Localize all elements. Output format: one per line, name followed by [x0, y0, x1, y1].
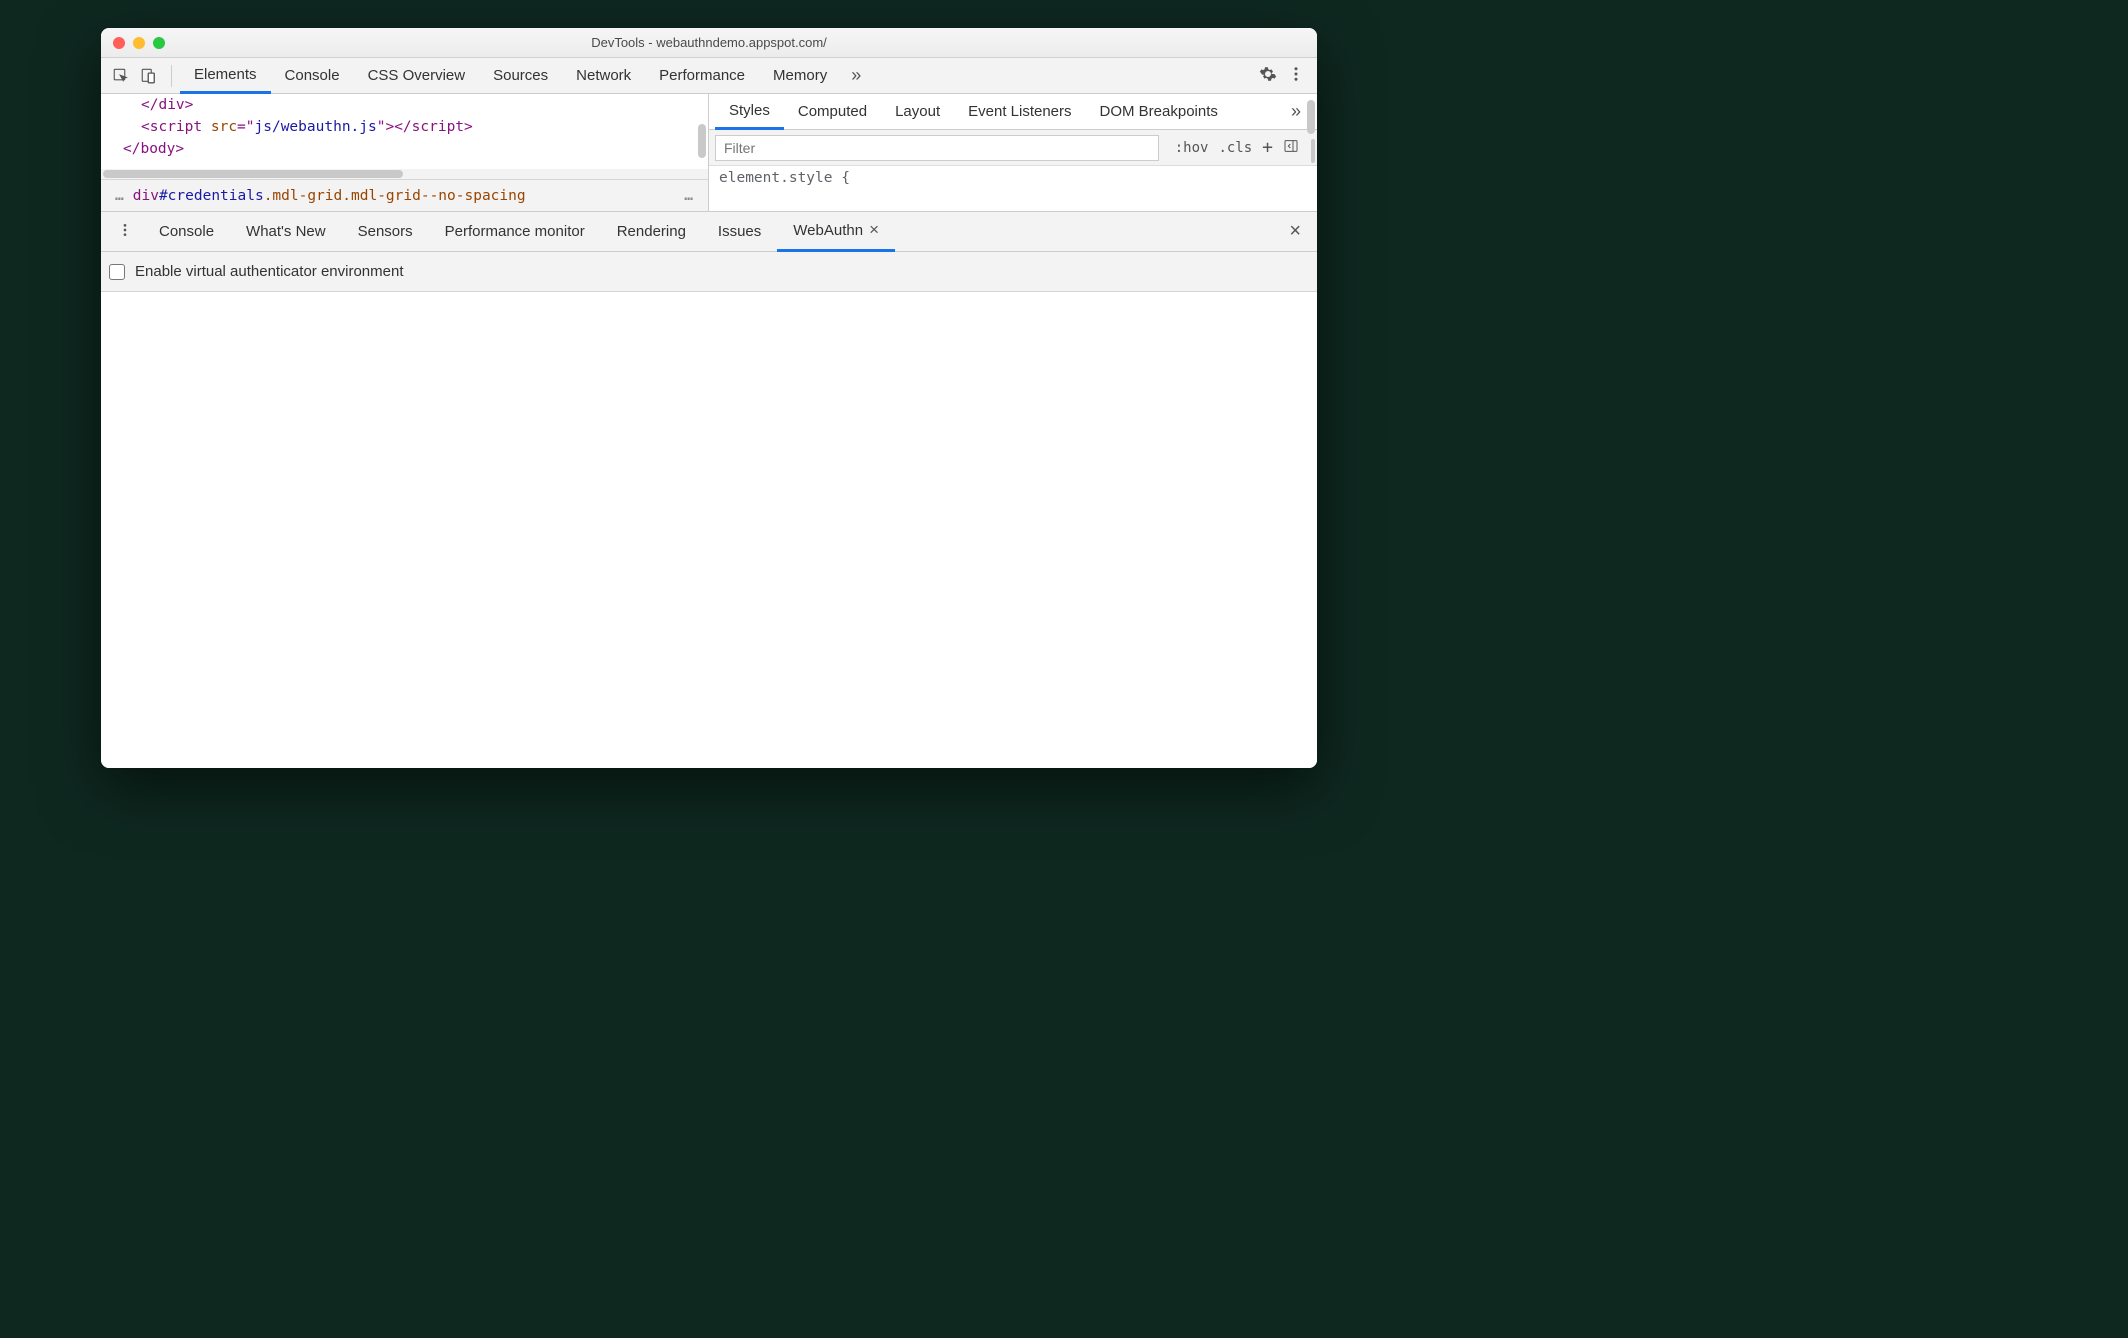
tab-css-overview[interactable]: CSS Overview	[354, 58, 480, 94]
webauthn-panel-body	[101, 292, 1317, 768]
titlebar: DevTools - webauthndemo.appspot.com/	[101, 28, 1317, 58]
breadcrumb-id: #credentials	[159, 188, 264, 204]
divider	[171, 65, 172, 87]
styles-sub-tabs: Styles Computed Layout Event Listeners D…	[709, 94, 1317, 130]
horizontal-scrollbar[interactable]	[101, 169, 708, 179]
toggle-computed-pane-icon[interactable]	[1283, 138, 1299, 158]
styles-filter-input[interactable]	[715, 135, 1159, 161]
tab-label: CSS Overview	[368, 67, 466, 84]
tab-sources[interactable]: Sources	[479, 58, 562, 94]
tab-label: Console	[285, 67, 340, 84]
drawer-tabstrip: Console What's New Sensors Performance m…	[101, 212, 1317, 252]
resize-handle[interactable]	[1311, 139, 1315, 163]
drawer-kebab-icon[interactable]	[107, 222, 143, 241]
hov-toggle[interactable]: :hov	[1175, 140, 1209, 156]
enable-virtual-authenticator-checkbox[interactable]	[109, 264, 125, 280]
drawer-tab-rendering[interactable]: Rendering	[601, 212, 702, 252]
kebab-menu-icon[interactable]	[1287, 65, 1305, 86]
drawer-tab-sensors[interactable]: Sensors	[342, 212, 429, 252]
breadcrumb-tag: div	[133, 188, 159, 204]
breadcrumb-classes: .mdl-grid.mdl-grid--no-spacing	[264, 188, 526, 204]
inspect-element-icon[interactable]	[107, 67, 135, 85]
close-drawer-icon[interactable]: ×	[1279, 220, 1311, 243]
code-token: </body>	[123, 141, 184, 157]
main-tabstrip: Elements Console CSS Overview Sources Ne…	[101, 58, 1317, 94]
sub-tab-dom-breakpoints[interactable]: DOM Breakpoints	[1086, 94, 1232, 130]
tab-console[interactable]: Console	[271, 58, 354, 94]
vertical-scrollbar[interactable]	[698, 124, 706, 158]
breadcrumb-ellipsis[interactable]: …	[107, 188, 133, 204]
new-style-rule-icon[interactable]: +	[1262, 137, 1273, 158]
drawer-tab-performance-monitor[interactable]: Performance monitor	[429, 212, 601, 252]
breadcrumb[interactable]: … div#credentials.mdl-grid.mdl-grid--no-…	[101, 179, 708, 211]
vertical-scrollbar[interactable]	[1307, 100, 1315, 134]
tab-label: Memory	[773, 67, 827, 84]
close-tab-icon[interactable]: ×	[869, 220, 879, 240]
webauthn-toolbar: Enable virtual authenticator environment	[101, 252, 1317, 292]
tab-label: Sources	[493, 67, 548, 84]
tab-performance[interactable]: Performance	[645, 58, 759, 94]
tab-label: Elements	[194, 66, 257, 83]
drawer-tab-whats-new[interactable]: What's New	[230, 212, 342, 252]
style-rule[interactable]: element.style {	[709, 166, 1317, 190]
tab-memory[interactable]: Memory	[759, 58, 841, 94]
elements-panes: </div> <script src="js/webauthn.js"></sc…	[101, 94, 1317, 212]
tab-label: Performance	[659, 67, 745, 84]
tab-label: Network	[576, 67, 631, 84]
cls-toggle[interactable]: .cls	[1218, 140, 1252, 156]
drawer-tab-webauthn[interactable]: WebAuthn ×	[777, 212, 895, 252]
sub-tab-styles[interactable]: Styles	[715, 94, 784, 130]
styles-pane: Styles Computed Layout Event Listeners D…	[709, 94, 1317, 211]
styles-filter-row: :hov .cls +	[709, 130, 1317, 166]
breadcrumb-ellipsis[interactable]: …	[676, 188, 702, 204]
enable-virtual-authenticator-label: Enable virtual authenticator environment	[135, 263, 404, 280]
sub-tab-event-listeners[interactable]: Event Listeners	[954, 94, 1085, 130]
tab-elements[interactable]: Elements	[180, 58, 271, 94]
dom-tree-pane: </div> <script src="js/webauthn.js"></sc…	[101, 94, 709, 211]
sub-tab-computed[interactable]: Computed	[784, 94, 881, 130]
device-toolbar-icon[interactable]	[135, 67, 163, 85]
dom-code[interactable]: </div> <script src="js/webauthn.js"></sc…	[101, 94, 708, 169]
settings-gear-icon[interactable]	[1259, 65, 1277, 86]
code-token: </div>	[141, 97, 193, 113]
sub-tab-layout[interactable]: Layout	[881, 94, 954, 130]
devtools-window: DevTools - webauthndemo.appspot.com/ Ele…	[101, 28, 1317, 768]
drawer-tab-console[interactable]: Console	[143, 212, 230, 252]
more-tabs-icon[interactable]: »	[841, 65, 871, 86]
tab-network[interactable]: Network	[562, 58, 645, 94]
drawer-tab-issues[interactable]: Issues	[702, 212, 777, 252]
window-title: DevTools - webauthndemo.appspot.com/	[101, 35, 1317, 50]
